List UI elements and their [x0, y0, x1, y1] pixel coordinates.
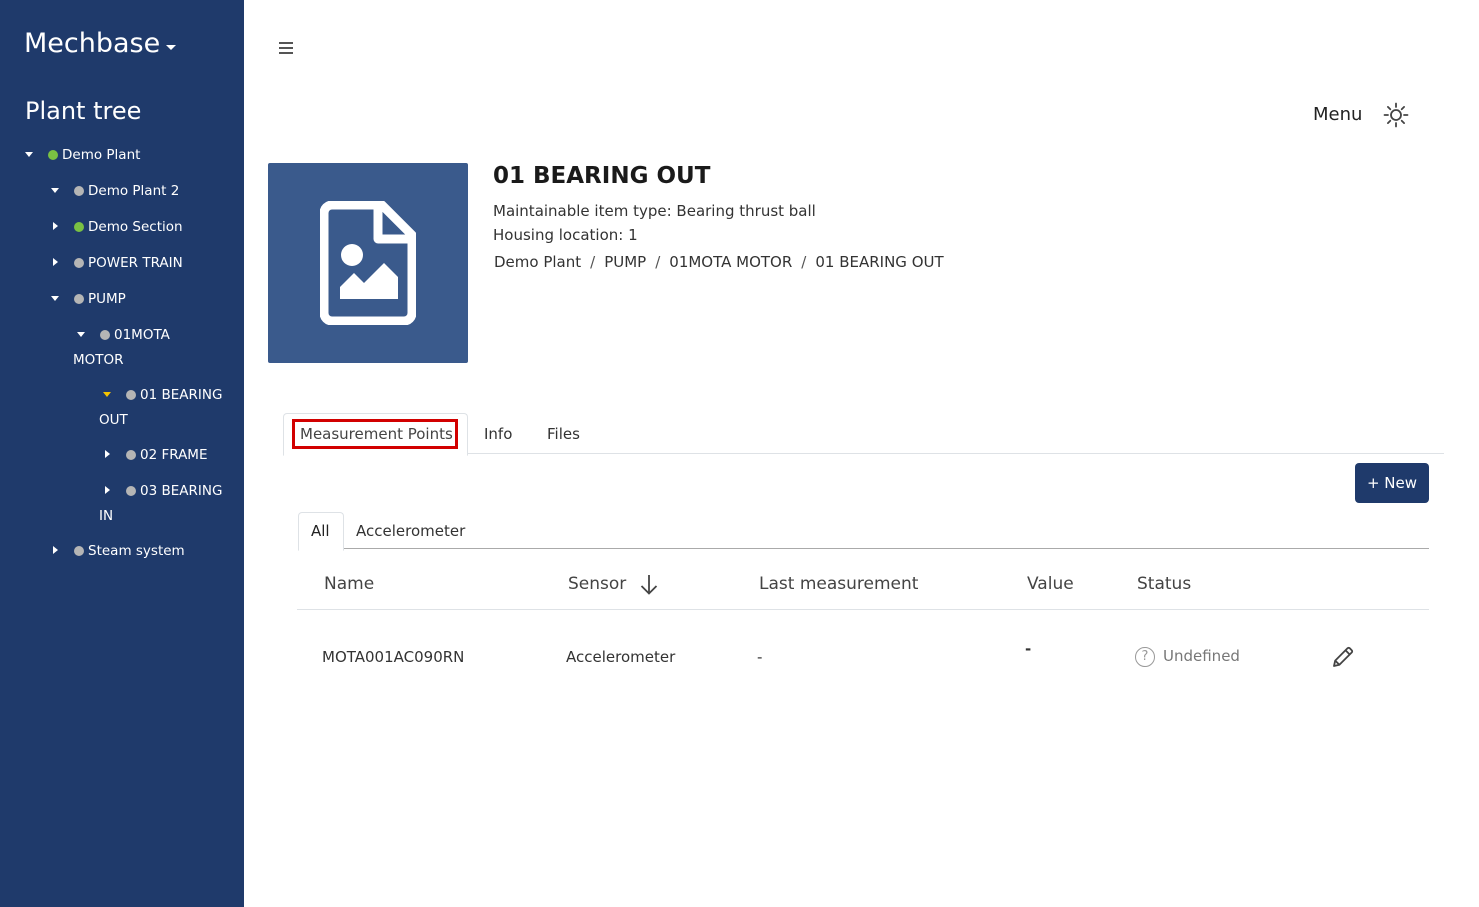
- column-header-status[interactable]: Status: [1137, 574, 1191, 594]
- tree-item-01mota-motor-line2[interactable]: MOTOR: [73, 348, 124, 373]
- status-dot-icon: [74, 258, 84, 268]
- tree-item-demo-plant[interactable]: Demo Plant: [62, 143, 140, 168]
- column-header-sensor[interactable]: Sensor: [568, 574, 626, 594]
- breadcrumb-separator: /: [590, 253, 596, 271]
- breadcrumb-separator: /: [801, 253, 807, 271]
- breadcrumb-item-current: 01 BEARING OUT: [815, 253, 944, 271]
- page-title: 01 BEARING OUT: [493, 163, 711, 189]
- column-header-last-measurement[interactable]: Last measurement: [759, 574, 918, 594]
- tab-measurement-points[interactable]: Measurement Points: [300, 425, 453, 443]
- tree-toggle-steam-system-icon[interactable]: [53, 546, 58, 554]
- tree-item-power-train[interactable]: POWER TRAIN: [88, 251, 183, 276]
- status-dot-icon: [74, 222, 84, 232]
- hamburger-menu-icon[interactable]: [279, 42, 293, 57]
- breadcrumb-item[interactable]: Demo Plant: [494, 253, 581, 271]
- sort-arrow-down-icon[interactable]: [640, 574, 658, 600]
- status-dot-icon: [100, 330, 110, 340]
- tree-item-pump[interactable]: PUMP: [88, 287, 126, 312]
- cell-name[interactable]: MOTA001AC090RN: [322, 648, 464, 666]
- status-dot-icon: [48, 150, 58, 160]
- tab-info[interactable]: Info: [484, 425, 512, 443]
- breadcrumb: Demo Plant / PUMP / 01MOTA MOTOR / 01 BEARING …: [494, 253, 944, 271]
- tree-toggle-01-bearing-out-icon[interactable]: [103, 392, 111, 397]
- new-button[interactable]: + New: [1355, 463, 1429, 503]
- status-dot-icon: [126, 450, 136, 460]
- chevron-down-icon[interactable]: [166, 45, 176, 50]
- breadcrumb-item[interactable]: 01MOTA MOTOR: [669, 253, 792, 271]
- item-image-placeholder: [268, 163, 468, 363]
- cell-value: -: [1025, 640, 1032, 658]
- tree-item-03-bearing-in-line2[interactable]: IN: [99, 504, 113, 529]
- subtab-all[interactable]: All: [311, 522, 330, 540]
- status-dot-icon: [126, 390, 136, 400]
- tree-toggle-demo-section-icon[interactable]: [53, 222, 58, 230]
- tree-item-demo-plant-2[interactable]: Demo Plant 2: [88, 179, 179, 204]
- tree-item-01mota-motor[interactable]: 01MOTA: [114, 323, 170, 348]
- plant-tree-title: Plant tree: [25, 97, 142, 125]
- tree-toggle-03-bearing-in-icon[interactable]: [105, 486, 110, 494]
- tree-item-02-frame[interactable]: 02 FRAME: [140, 443, 207, 468]
- subtabs-divider: [298, 548, 1429, 549]
- question-circle-icon: ?: [1135, 647, 1155, 667]
- tree-item-steam-system[interactable]: Steam system: [88, 539, 185, 564]
- tree-toggle-01mota-motor-icon[interactable]: [77, 332, 85, 337]
- menu-button[interactable]: Menu: [1313, 104, 1362, 125]
- breadcrumb-separator: /: [655, 253, 661, 271]
- status-dot-icon: [74, 546, 84, 556]
- sun-icon[interactable]: [1383, 102, 1409, 132]
- tree-toggle-demo-plant-icon[interactable]: [25, 152, 33, 157]
- table-header-divider: [297, 609, 1429, 610]
- status-dot-icon: [74, 294, 84, 304]
- cell-last-measurement: -: [757, 648, 763, 666]
- column-header-name[interactable]: Name: [324, 574, 374, 594]
- status-dot-icon: [74, 186, 84, 196]
- tab-files[interactable]: Files: [547, 425, 580, 443]
- sidebar: Mechbase Plant tree Demo Plant Demo Plan…: [0, 0, 244, 907]
- tree-toggle-power-train-icon[interactable]: [53, 258, 58, 266]
- brand-dropdown[interactable]: Mechbase: [24, 28, 160, 59]
- cell-status: Undefined: [1163, 647, 1240, 665]
- tree-item-03-bearing-in[interactable]: 03 BEARING: [140, 479, 222, 504]
- pencil-edit-icon[interactable]: [1331, 645, 1355, 673]
- status-dot-icon: [126, 486, 136, 496]
- subtab-accelerometer[interactable]: Accelerometer: [356, 522, 465, 540]
- image-file-icon: [320, 201, 416, 325]
- tree-item-demo-section[interactable]: Demo Section: [88, 215, 183, 240]
- tree-toggle-02-frame-icon[interactable]: [105, 450, 110, 458]
- tree-toggle-pump-icon[interactable]: [51, 296, 59, 301]
- tree-toggle-demo-plant-2-icon[interactable]: [51, 188, 59, 193]
- breadcrumb-item[interactable]: PUMP: [604, 253, 646, 271]
- item-type-text: Maintainable item type: Bearing thrust b…: [493, 202, 816, 220]
- column-header-value[interactable]: Value: [1027, 574, 1074, 594]
- cell-sensor: Accelerometer: [566, 648, 676, 666]
- tree-item-01-bearing-out[interactable]: 01 BEARING: [140, 383, 222, 408]
- housing-location-text: Housing location: 1: [493, 226, 638, 244]
- tree-item-01-bearing-out-line2[interactable]: OUT: [99, 408, 128, 433]
